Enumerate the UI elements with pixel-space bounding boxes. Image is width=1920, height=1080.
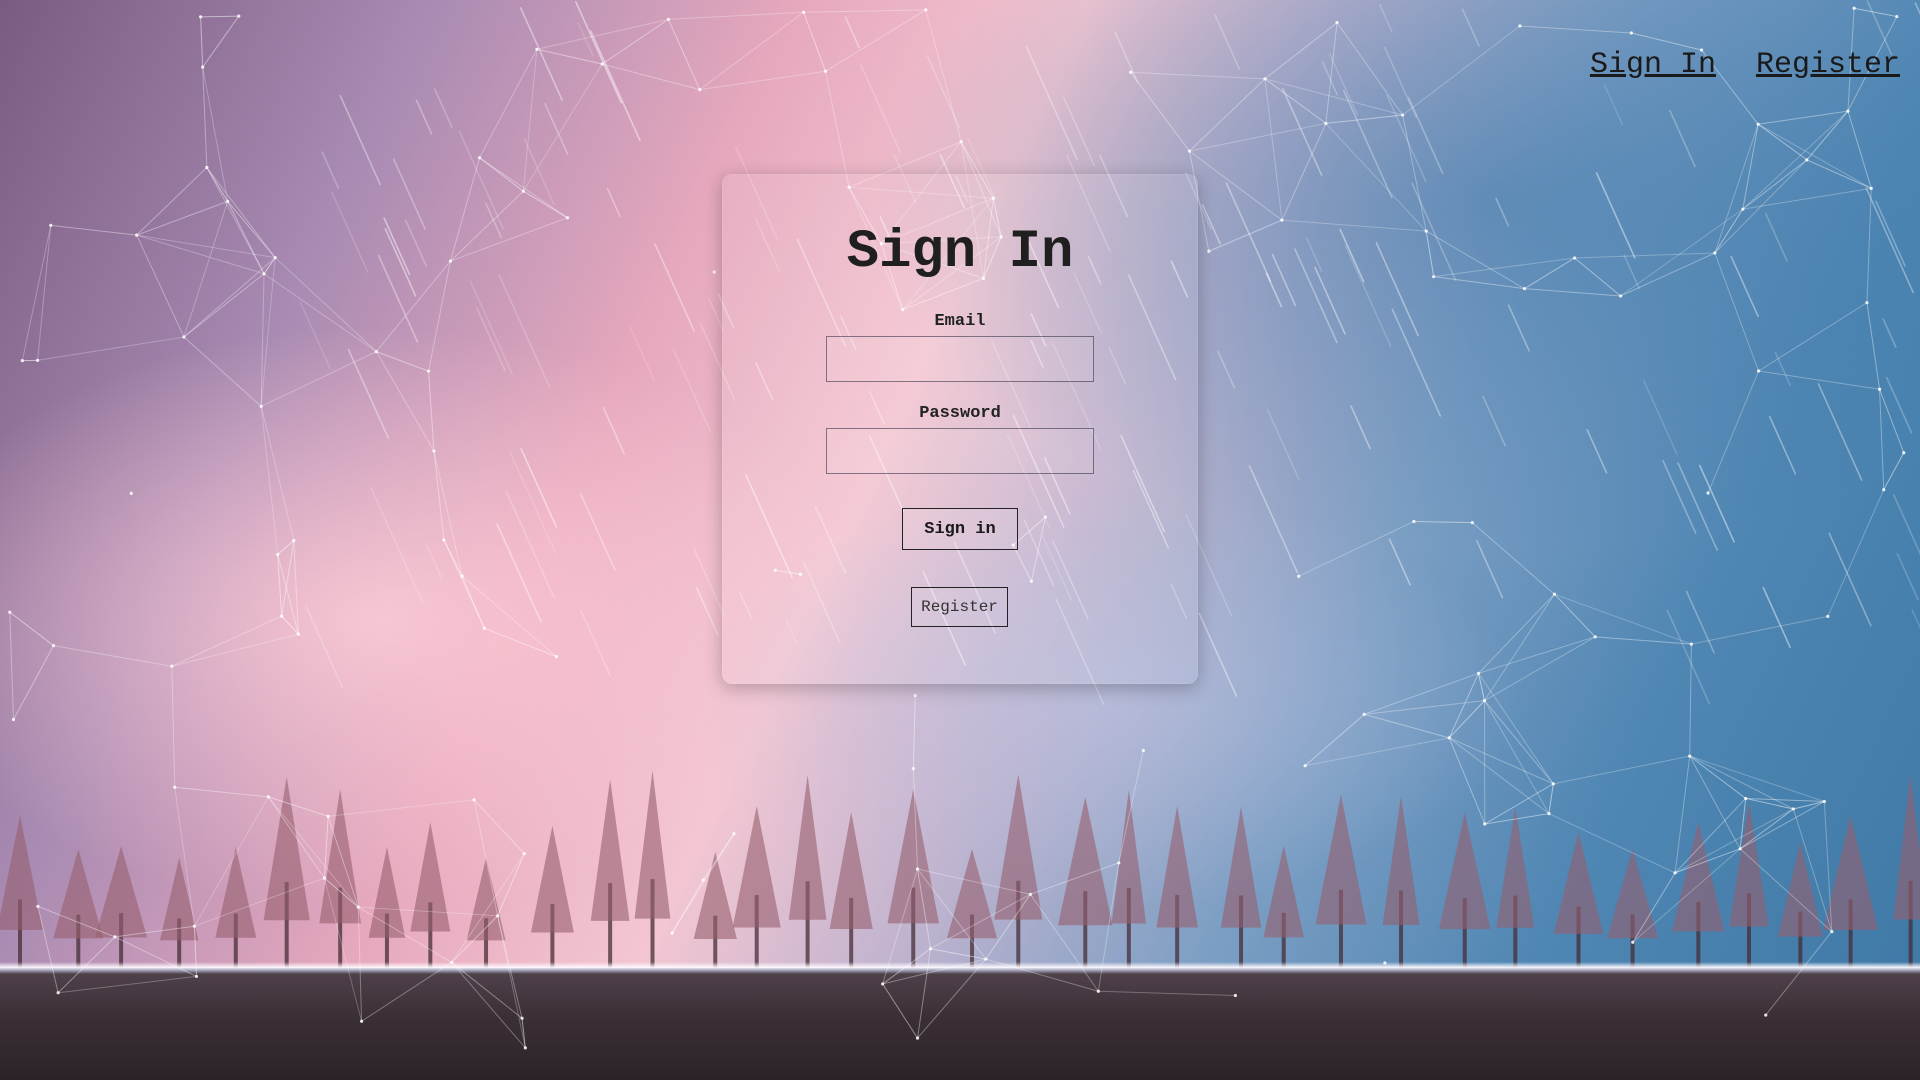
signin-button[interactable]: Sign in [902, 508, 1018, 550]
register-button[interactable]: Register [911, 587, 1008, 627]
email-label: Email [934, 312, 986, 331]
nav-register-link[interactable]: Register [1756, 48, 1900, 82]
page-title: Sign In [846, 222, 1074, 283]
password-label: Password [919, 404, 1001, 423]
password-field[interactable] [826, 428, 1094, 474]
signin-panel: Sign In Email Password Sign in Register [722, 174, 1198, 684]
email-field[interactable] [826, 336, 1094, 382]
nav-signin-link[interactable]: Sign In [1590, 48, 1716, 82]
top-nav: Sign In Register [1590, 48, 1900, 82]
